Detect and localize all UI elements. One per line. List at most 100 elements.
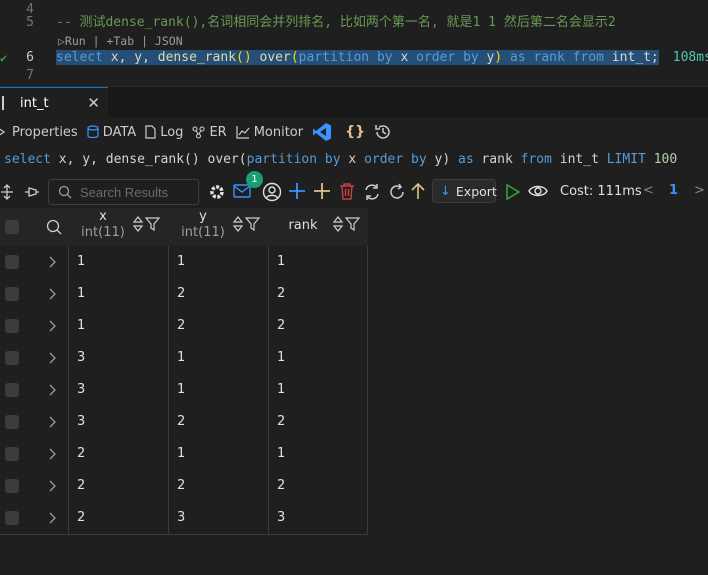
table-row[interactable]: 2 3 3 bbox=[0, 502, 368, 534]
cell-x[interactable]: 2 bbox=[77, 470, 85, 502]
cell-rank[interactable]: 2 bbox=[277, 278, 285, 310]
tab-properties[interactable]: Properties bbox=[0, 125, 78, 140]
cell-x[interactable]: 2 bbox=[77, 438, 85, 470]
braces-button[interactable]: {} bbox=[345, 124, 365, 140]
row-checkbox[interactable] bbox=[5, 287, 19, 301]
pin-icon[interactable] bbox=[24, 184, 40, 200]
sql-comment: -- 测试dense_rank(),名词相同会并列排名, 比如两个第一名, 就是… bbox=[56, 15, 616, 30]
chevron-right-icon[interactable] bbox=[48, 448, 56, 460]
table-row[interactable]: 3 1 1 bbox=[0, 342, 368, 374]
column-name: rank bbox=[288, 218, 318, 233]
sync-button[interactable] bbox=[363, 183, 381, 201]
search-results-input[interactable] bbox=[80, 184, 190, 200]
cell-y[interactable]: 2 bbox=[177, 406, 185, 438]
cell-rank[interactable]: 2 bbox=[277, 310, 285, 342]
row-checkbox[interactable] bbox=[5, 447, 19, 461]
move-icon[interactable] bbox=[0, 184, 14, 200]
chevron-right-icon[interactable] bbox=[48, 480, 56, 492]
history-icon bbox=[375, 125, 390, 139]
table-row[interactable]: 2 1 1 bbox=[0, 438, 368, 470]
row-checkbox[interactable] bbox=[5, 351, 19, 365]
chevron-right-icon[interactable] bbox=[48, 352, 56, 364]
row-checkbox[interactable] bbox=[5, 479, 19, 493]
cell-rank[interactable]: 2 bbox=[277, 406, 285, 438]
row-checkbox[interactable] bbox=[5, 383, 19, 397]
vscode-icon bbox=[313, 123, 332, 141]
column-header-x[interactable]: x int(11) bbox=[68, 208, 168, 246]
export-button[interactable]: ↓ Export bbox=[432, 179, 497, 203]
user-button[interactable] bbox=[262, 182, 282, 202]
eye-icon bbox=[528, 185, 548, 197]
table-row[interactable]: 1 2 2 bbox=[0, 278, 368, 310]
preview-button[interactable] bbox=[528, 183, 548, 199]
sql-editor[interactable]: 4 5 -- 测试dense_rank(),名词相同会并列排名, 比如两个第一名… bbox=[0, 0, 708, 84]
cell-y[interactable]: 3 bbox=[177, 502, 185, 534]
cell-y[interactable]: 2 bbox=[177, 470, 185, 502]
tab-int-t[interactable]: int_t ✕ bbox=[0, 87, 108, 118]
add-column-button[interactable] bbox=[313, 182, 331, 200]
sql-keyword: LIMIT bbox=[606, 152, 646, 167]
scroll-top-button[interactable] bbox=[411, 182, 425, 200]
run-button[interactable] bbox=[505, 183, 521, 201]
search-results-box[interactable] bbox=[48, 179, 199, 205]
table-row[interactable]: 3 1 1 bbox=[0, 374, 368, 406]
settings-button[interactable] bbox=[208, 183, 226, 201]
chevron-right-icon[interactable] bbox=[48, 288, 56, 300]
row-checkbox[interactable] bbox=[5, 511, 19, 525]
chevron-right-icon[interactable] bbox=[48, 512, 56, 524]
tab-monitor[interactable]: Monitor bbox=[236, 125, 303, 140]
cell-x[interactable]: 3 bbox=[77, 342, 85, 374]
column-header-y[interactable]: y int(11) bbox=[168, 208, 268, 246]
cell-x[interactable]: 1 bbox=[77, 310, 85, 342]
chevron-right-icon[interactable] bbox=[48, 416, 56, 428]
cell-y[interactable]: 2 bbox=[177, 310, 185, 342]
table-row[interactable]: 1 1 1 bbox=[0, 246, 368, 278]
cell-y[interactable]: 2 bbox=[177, 278, 185, 310]
select-all-checkbox[interactable] bbox=[5, 220, 19, 234]
row-checkbox[interactable] bbox=[5, 255, 19, 269]
chevron-right-icon[interactable] bbox=[48, 256, 56, 268]
sort-filter-icon[interactable] bbox=[232, 216, 262, 232]
cell-y[interactable]: 1 bbox=[177, 246, 185, 278]
sql-keyword: by bbox=[411, 152, 427, 167]
column-header-rank[interactable]: rank bbox=[268, 208, 368, 246]
cell-rank[interactable]: 1 bbox=[277, 438, 285, 470]
cell-rank[interactable]: 1 bbox=[277, 342, 285, 374]
history-button[interactable] bbox=[374, 123, 396, 141]
table-row[interactable]: 3 2 2 bbox=[0, 406, 368, 438]
sort-filter-icon[interactable] bbox=[132, 216, 162, 232]
cell-x[interactable]: 3 bbox=[77, 406, 85, 438]
cell-rank[interactable]: 1 bbox=[277, 246, 285, 278]
tab-er[interactable]: ER bbox=[192, 125, 227, 140]
line-number: 5 bbox=[26, 15, 34, 30]
sql-statement[interactable]: select x, y, dense_rank() over(partition… bbox=[56, 48, 708, 68]
cell-x[interactable]: 1 bbox=[77, 278, 85, 310]
row-checkbox[interactable] bbox=[5, 319, 19, 333]
search-icon[interactable] bbox=[46, 219, 62, 235]
reload-button[interactable] bbox=[388, 183, 406, 201]
cell-rank[interactable]: 3 bbox=[277, 502, 285, 534]
prev-page-button[interactable]: < bbox=[643, 183, 654, 198]
row-checkbox[interactable] bbox=[5, 415, 19, 429]
chevron-right-icon[interactable] bbox=[48, 384, 56, 396]
cell-x[interactable]: 2 bbox=[77, 502, 85, 534]
cell-y[interactable]: 1 bbox=[177, 438, 185, 470]
add-row-button[interactable] bbox=[288, 182, 306, 200]
tab-data[interactable]: DATA bbox=[87, 125, 136, 140]
cell-x[interactable]: 1 bbox=[77, 246, 85, 278]
cell-y[interactable]: 1 bbox=[177, 342, 185, 374]
cell-rank[interactable]: 1 bbox=[277, 374, 285, 406]
sort-filter-icon[interactable] bbox=[332, 216, 362, 232]
close-icon[interactable]: ✕ bbox=[87, 94, 100, 112]
table-row[interactable]: 1 2 2 bbox=[0, 310, 368, 342]
codelens-actions[interactable]: ▷Run | +Tab | JSON bbox=[58, 33, 183, 49]
chevron-right-icon[interactable] bbox=[48, 320, 56, 332]
vscode-button[interactable] bbox=[312, 122, 336, 142]
next-page-button[interactable]: > bbox=[694, 183, 705, 198]
table-row[interactable]: 2 2 2 bbox=[0, 470, 368, 502]
cell-x[interactable]: 3 bbox=[77, 374, 85, 406]
delete-button[interactable] bbox=[339, 182, 355, 200]
cell-rank[interactable]: 2 bbox=[277, 470, 285, 502]
tab-log[interactable]: Log bbox=[145, 125, 183, 140]
cell-y[interactable]: 1 bbox=[177, 374, 185, 406]
